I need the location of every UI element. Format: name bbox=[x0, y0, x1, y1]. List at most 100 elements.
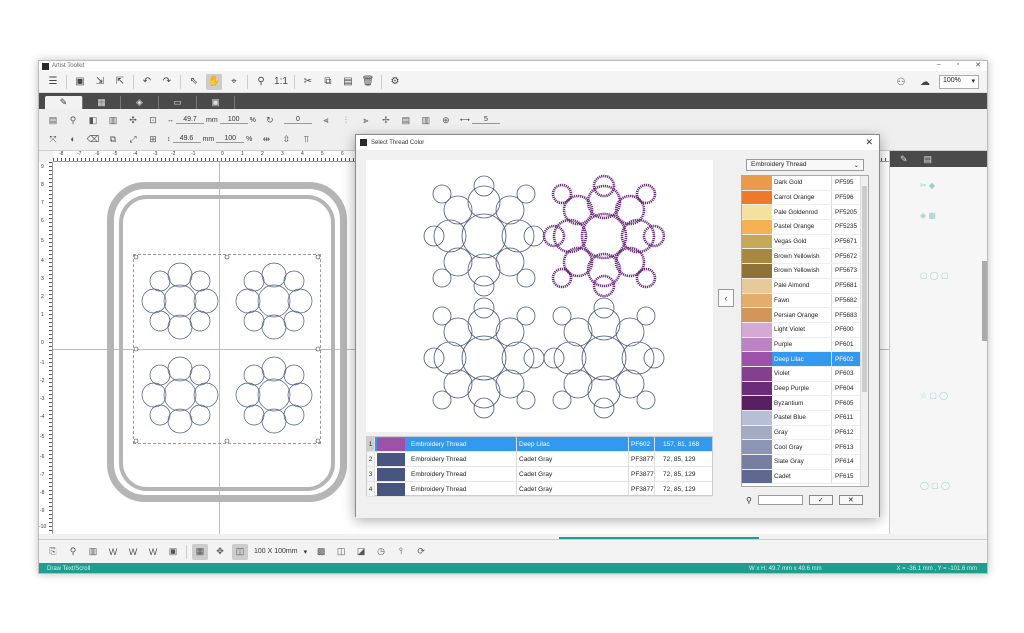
save-icon[interactable]: ▣ bbox=[72, 74, 88, 90]
tab-frame[interactable]: ▭ bbox=[159, 96, 197, 109]
properties-icon[interactable]: ▤ bbox=[46, 113, 60, 127]
width-field[interactable]: ↔ 49.7 mm 100% bbox=[167, 116, 256, 124]
thread-brand-select[interactable]: Embroidery Thread ⌄ bbox=[746, 159, 864, 171]
thread-list-item[interactable]: Cadet PF615 bbox=[742, 469, 868, 485]
w-tool-icon[interactable]: W bbox=[105, 544, 121, 560]
thread-list-item[interactable]: Slate Gray PF614 bbox=[742, 455, 868, 470]
align-right-icon[interactable]: ⫸ bbox=[359, 113, 373, 127]
thread-list-item[interactable]: Pale Almond PF5681 bbox=[742, 278, 868, 294]
thread-list-item[interactable]: Brown Yellowish PF5672 bbox=[742, 249, 868, 265]
copy2-icon[interactable]: ⧉ bbox=[106, 132, 120, 146]
grid-icon[interactable]: ▦ bbox=[192, 543, 208, 560]
thread-list-item[interactable]: Vegas Gold PF5671 bbox=[742, 234, 868, 250]
panel-tool4-icon[interactable]: ☆ ▢ ◯ bbox=[920, 391, 948, 400]
center-icon[interactable]: ⊡ bbox=[146, 113, 160, 127]
panel-tool3-icon[interactable]: ▢ ◯ ▢ bbox=[920, 271, 949, 280]
user-icon[interactable]: ⚇ bbox=[893, 74, 909, 90]
close-icon[interactable]: ✕ bbox=[865, 137, 873, 148]
paste-icon[interactable]: ▤ bbox=[340, 74, 356, 90]
stitch-select-icon[interactable]: ⌖ bbox=[226, 74, 242, 90]
tab-appliqué[interactable]: ◈ bbox=[121, 96, 159, 109]
thread-list-item[interactable]: Light Violet PF600 bbox=[742, 322, 868, 338]
thread-list-item[interactable]: Pastel Blue PF611 bbox=[742, 411, 868, 426]
w-tool3-icon[interactable]: W bbox=[145, 544, 161, 560]
scale-icon[interactable]: ⤢ bbox=[126, 132, 140, 146]
thread-list-item[interactable]: Brown Yellowish PF5673 bbox=[742, 264, 868, 279]
group-icon[interactable]: ▥ bbox=[106, 113, 120, 127]
menu-icon[interactable]: ☰ bbox=[45, 74, 61, 90]
thread-list-item[interactable]: Gray PF612 bbox=[742, 425, 868, 441]
align-left-icon[interactable]: ⫷ bbox=[319, 113, 333, 127]
hoop-view-icon[interactable]: ◫ bbox=[232, 543, 248, 560]
search-input[interactable] bbox=[757, 495, 803, 505]
thread-list-item[interactable]: Pastel Orange PF5235 bbox=[742, 220, 868, 235]
actual-size-icon[interactable]: 1:1 bbox=[273, 74, 289, 90]
hoop-select[interactable]: 100 X 100mm ▾ bbox=[254, 548, 307, 556]
cloud-icon[interactable]: ☁ bbox=[917, 74, 933, 90]
zoom-select[interactable]: 100% ▾ bbox=[939, 75, 979, 89]
close-window-button[interactable]: ✕ bbox=[975, 61, 981, 69]
pan-hand-icon[interactable]: ✋ bbox=[206, 73, 222, 90]
thread-list-item[interactable]: Deep Lilac PF602 bbox=[742, 352, 868, 367]
height-field[interactable]: ↕ 49.6 mm 100% bbox=[167, 135, 252, 143]
tab-preview[interactable]: ▣ bbox=[197, 96, 235, 109]
sequence-icon[interactable]: ▥ bbox=[85, 544, 101, 560]
copy-icon[interactable]: ⧉ bbox=[320, 74, 336, 90]
align-top-icon[interactable]: ⫪ bbox=[299, 132, 313, 146]
thread-list-item[interactable]: Deep Purple PF604 bbox=[742, 381, 868, 397]
apply-color-button[interactable]: ‹ bbox=[718, 289, 734, 307]
select-icon[interactable]: ⇖ bbox=[186, 74, 202, 90]
layers-icon[interactable]: ▣ bbox=[165, 544, 181, 560]
thread-list-item[interactable]: Fawn PF5682 bbox=[742, 293, 868, 309]
table-row[interactable]: 2 Embroidery Thread Cadet Gray PF3877 72… bbox=[367, 452, 712, 467]
move-center-icon[interactable]: ✥ bbox=[212, 544, 228, 560]
find-icon[interactable]: ⚲ bbox=[66, 113, 80, 127]
panel-tab2-icon[interactable]: ▤ bbox=[924, 154, 933, 165]
eraser-icon[interactable]: ⌫ bbox=[86, 132, 100, 146]
needle-icon[interactable]: ⫯ bbox=[393, 544, 409, 560]
thread-list-item[interactable]: Cool Gray PF613 bbox=[742, 440, 868, 456]
repeat-field[interactable]: ⟷ 5 bbox=[460, 116, 500, 124]
panel-tool2-icon[interactable]: ◈ ▦ bbox=[920, 211, 936, 220]
flip-v-icon[interactable]: ⇳ bbox=[279, 132, 293, 146]
fit-icon[interactable]: ⤧ bbox=[46, 132, 60, 146]
thread-list-item[interactable]: Byzantium PF605 bbox=[742, 396, 868, 411]
panel-scrollbar[interactable] bbox=[982, 261, 987, 341]
maximize-button[interactable]: ▫ bbox=[957, 61, 959, 69]
resize-icon[interactable]: ⊞ bbox=[146, 132, 160, 146]
thread-list-item[interactable]: Persian Orange PF5683 bbox=[742, 308, 868, 323]
flip-h-icon[interactable]: ⇹ bbox=[259, 132, 273, 146]
book-icon[interactable]: ◫ bbox=[333, 544, 349, 560]
thread-list-item[interactable]: Violet PF603 bbox=[742, 366, 868, 382]
cut-icon[interactable]: ✂ bbox=[300, 74, 316, 90]
delete-icon[interactable]: 🗑 bbox=[360, 74, 376, 90]
refresh-icon[interactable]: ⟳ bbox=[413, 544, 429, 560]
cancel-button[interactable]: ✕ bbox=[838, 495, 863, 505]
distribute-icon[interactable]: ⊕ bbox=[439, 113, 453, 127]
minimize-button[interactable]: – bbox=[937, 61, 941, 69]
attach-icon[interactable]: ⎘ bbox=[45, 544, 61, 560]
table-row[interactable]: 3 Embroidery Thread Cadet Gray PF3877 72… bbox=[367, 467, 712, 482]
settings-gear-icon[interactable]: ⚙ bbox=[387, 74, 403, 90]
import-icon[interactable]: ⇲ bbox=[92, 74, 108, 90]
rotation-field[interactable]: 0 bbox=[283, 116, 312, 124]
stack2-icon[interactable]: ▥ bbox=[419, 113, 433, 127]
panel-tab-icon[interactable]: ✎ bbox=[900, 154, 908, 165]
thread-list-item[interactable]: Carrot Orange PF596 bbox=[742, 190, 868, 206]
view-icon[interactable]: ◐ bbox=[66, 132, 80, 146]
w-tool2-icon[interactable]: W bbox=[125, 544, 141, 560]
tab-lettering[interactable]: ▦ bbox=[83, 96, 121, 109]
list-scrollbar[interactable] bbox=[860, 176, 868, 486]
redo-icon[interactable]: ↷ bbox=[159, 74, 175, 90]
search-doc-icon[interactable]: ⚲ bbox=[65, 544, 81, 560]
undo-icon[interactable]: ↶ bbox=[139, 74, 155, 90]
thread-list-item[interactable]: Pale Goldenrod PF5205 bbox=[742, 205, 868, 221]
thread-list-item[interactable]: Dark Gold PF595 bbox=[742, 176, 868, 191]
thread-list-item[interactable]: Purple PF601 bbox=[742, 337, 868, 353]
rotate-icon[interactable]: ↻ bbox=[263, 113, 277, 127]
book2-icon[interactable]: ◪ bbox=[353, 544, 369, 560]
timer-icon[interactable]: ◷ bbox=[373, 544, 389, 560]
stack-icon[interactable]: ▤ bbox=[399, 113, 413, 127]
align-icon[interactable]: ✣ bbox=[126, 113, 140, 127]
panel-tool5-icon[interactable]: ◯ ▢ ◯ bbox=[920, 481, 950, 490]
